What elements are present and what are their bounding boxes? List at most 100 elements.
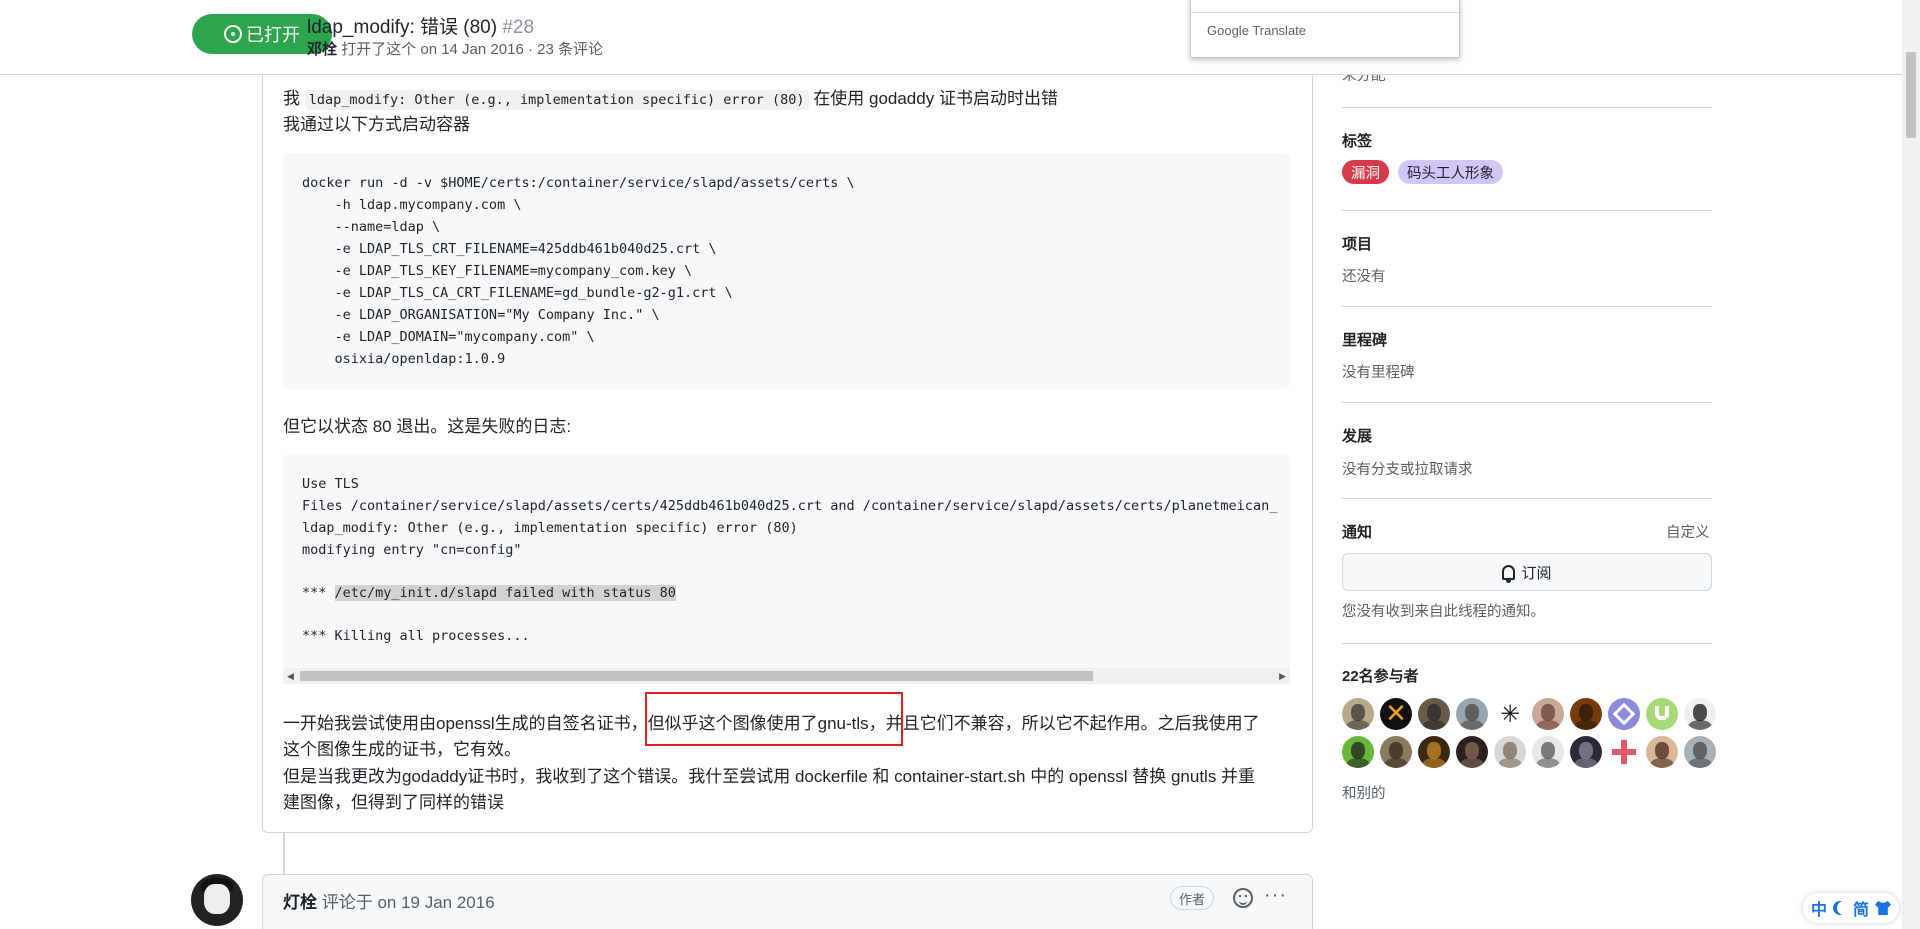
- label-docker-image[interactable]: 码头工人形象: [1398, 160, 1503, 184]
- moon-icon[interactable]: [1837, 901, 1851, 915]
- issue-state-label: 已打开: [246, 25, 300, 45]
- code-line: -e LDAP_ORGANISATION="My Company Inc." \: [302, 307, 660, 323]
- issue-title-text[interactable]: ldap_modify: 错误 (80): [307, 17, 497, 38]
- code-line: Use TLS: [302, 476, 359, 492]
- selected-text-highlight: /etc/my_init.d/slapd failed with status …: [334, 585, 676, 601]
- google-logo-text: Google: [1207, 23, 1249, 38]
- issue-open-icon: [224, 25, 242, 43]
- skin-shirt-icon[interactable]: [1875, 901, 1892, 915]
- page-scrollbar-thumb[interactable]: [1906, 52, 1916, 138]
- participant-avatar[interactable]: [1418, 698, 1450, 730]
- issue-meta: 邓栓 打开了这个 on 14 Jan 2016 · 23 条评论: [307, 38, 603, 59]
- participant-avatar[interactable]: [1380, 736, 1412, 768]
- ime-language-widget[interactable]: 中 简: [1803, 893, 1900, 923]
- add-reaction-smiley-icon[interactable]: [1233, 888, 1253, 908]
- sidebar-divider: [1342, 306, 1712, 307]
- participant-avatar[interactable]: [1684, 698, 1716, 730]
- scrollbar-thumb[interactable]: [300, 671, 1093, 681]
- bell-icon: [1502, 564, 1516, 583]
- issue-title[interactable]: ldap_modify: 错误 (80) #28: [307, 12, 534, 39]
- scroll-left-arrow-icon[interactable]: ◀: [287, 671, 294, 682]
- code-line: *** Killing all processes...: [302, 628, 530, 644]
- participant-avatar[interactable]: ✕: [1380, 698, 1412, 730]
- participant-avatar[interactable]: [1532, 698, 1564, 730]
- sidebar-projects-text: 还没有: [1342, 269, 1386, 285]
- translate-divider: [1191, 12, 1459, 13]
- sidebar-notifications-heading: 通知: [1342, 524, 1373, 541]
- participant-avatar[interactable]: [1608, 736, 1640, 768]
- participant-avatar[interactable]: [1418, 736, 1450, 768]
- subscribe-label: 订阅: [1521, 564, 1552, 582]
- sidebar-divider: [1342, 210, 1712, 211]
- participants-heading: 22名参与者: [1342, 668, 1419, 685]
- comment-more-options-button[interactable]: ···: [1264, 884, 1287, 907]
- body-line-2: 我通过以下方式启动容器: [283, 115, 470, 134]
- inline-code-error: ldap_modify: Other (e.g., implementation…: [304, 90, 809, 110]
- comment-author-line: 灯栓 评论于 on 19 Jan 2016: [283, 888, 495, 913]
- issue-author-link[interactable]: 邓栓: [307, 41, 337, 58]
- code-line: -e LDAP_TLS_CA_CRT_FILENAME=gd_bundle-g2…: [302, 285, 733, 301]
- participant-avatar[interactable]: [1494, 736, 1526, 768]
- scroll-right-arrow-icon[interactable]: ▶: [1279, 671, 1286, 682]
- notifications-customize-link[interactable]: 自定义: [1666, 521, 1710, 542]
- body-paragraph-2: 但是当我更改为godaddy证书时，我收到了这个错误。我什至尝试用 docker…: [283, 767, 1256, 786]
- code-line: -e LDAP_DOMAIN="mycompany.com" \: [302, 329, 595, 345]
- participant-avatar[interactable]: ✳: [1494, 698, 1526, 730]
- sidebar-divider: [1342, 643, 1712, 644]
- comment-timestamp[interactable]: 评论于 on 19 Jan 2016: [322, 893, 495, 912]
- code-line: -e LDAP_TLS_CRT_FILENAME=425ddb461b040d2…: [302, 241, 717, 257]
- subscribe-button[interactable]: 订阅: [1342, 553, 1712, 591]
- code-horizontal-scrollbar[interactable]: ◀ ▶: [283, 668, 1290, 684]
- body-line-3: 但它以状态 80 退出。这是失败的日志:: [283, 417, 572, 436]
- timeline-connector: [283, 833, 285, 875]
- author-badge: 作者: [1170, 886, 1215, 910]
- code-line: docker run -d -v $HOME/certs:/container/…: [302, 175, 855, 191]
- code-line: -e LDAP_TLS_KEY_FILENAME=mycompany_com.k…: [302, 263, 693, 279]
- code-line-fail: *** /etc/my_init.d/slapd failed with sta…: [302, 585, 676, 601]
- participant-avatar[interactable]: [1684, 736, 1716, 768]
- red-annotation-box: [645, 692, 903, 746]
- participant-avatar[interactable]: [1646, 736, 1678, 768]
- participant-avatar[interactable]: [1532, 736, 1564, 768]
- para1-part-a: 一开始我尝试使用由openssl生成的自签名证书，: [283, 714, 648, 733]
- avatar-face: [204, 884, 230, 914]
- body-paragraph-1-line-2: 这个图像生成的证书，它有效。: [283, 740, 521, 759]
- code-line: ldap_modify: Other (e.g., implementation…: [302, 520, 798, 536]
- participants-others-link[interactable]: 和别的: [1342, 782, 1386, 803]
- translate-logo-text: Translate: [1252, 23, 1307, 38]
- fail-prefix: ***: [302, 585, 335, 601]
- google-translate-logo: Google Translate: [1207, 23, 1306, 38]
- ime-simplified-mode[interactable]: 简: [1853, 896, 1869, 920]
- issue-number: #28: [502, 17, 535, 38]
- participant-avatar[interactable]: [1646, 698, 1678, 730]
- sidebar-development-text: 没有分支或拉取请求: [1342, 462, 1473, 478]
- comment-author-link[interactable]: 灯栓: [283, 893, 317, 912]
- participant-avatar[interactable]: [1570, 736, 1602, 768]
- sidebar-projects-heading[interactable]: 项目: [1342, 233, 1372, 254]
- body-paragraph-2-line-2: 建图像，但得到了同样的错误: [283, 793, 504, 812]
- sidebar-development-heading[interactable]: 发展: [1342, 425, 1372, 446]
- participant-avatar[interactable]: [1456, 736, 1488, 768]
- label-bug[interactable]: 漏洞: [1342, 160, 1389, 184]
- sidebar-divider: [1342, 107, 1712, 108]
- participant-avatar[interactable]: [1342, 698, 1374, 730]
- docker-run-code-block: docker run -d -v $HOME/certs:/container/…: [283, 153, 1290, 389]
- participant-avatar[interactable]: [1342, 736, 1374, 768]
- avatar[interactable]: [191, 874, 243, 926]
- page-vertical-scrollbar[interactable]: [1902, 0, 1920, 929]
- line1-suffix: 在使用 godaddy 证书启动时出错: [813, 89, 1058, 108]
- code-line: -h ldap.mycompany.com \: [302, 197, 522, 213]
- participant-avatar[interactable]: [1456, 698, 1488, 730]
- issue-meta-text: 打开了这个 on 14 Jan 2016 · 23 条评论: [341, 41, 603, 58]
- sidebar-labels-heading[interactable]: 标签: [1342, 130, 1372, 151]
- sidebar-divider: [1342, 402, 1712, 403]
- ime-chinese-mode[interactable]: 中: [1811, 896, 1827, 920]
- notification-status-text: 您没有收到来自此线程的通知。: [1342, 604, 1545, 620]
- sticky-issue-header: 已打开 ldap_modify: 错误 (80) #28 邓栓 打开了这个 on…: [0, 0, 1902, 75]
- code-line: osixia/openldap:1.0.9: [302, 351, 506, 367]
- participant-avatar[interactable]: [1570, 698, 1602, 730]
- sidebar-milestone-heading[interactable]: 里程碑: [1342, 329, 1387, 350]
- participant-avatar[interactable]: [1608, 698, 1640, 730]
- error-log-code-block: Use TLS Files /container/service/slapd/a…: [283, 454, 1290, 684]
- line1-prefix: 我: [283, 89, 300, 108]
